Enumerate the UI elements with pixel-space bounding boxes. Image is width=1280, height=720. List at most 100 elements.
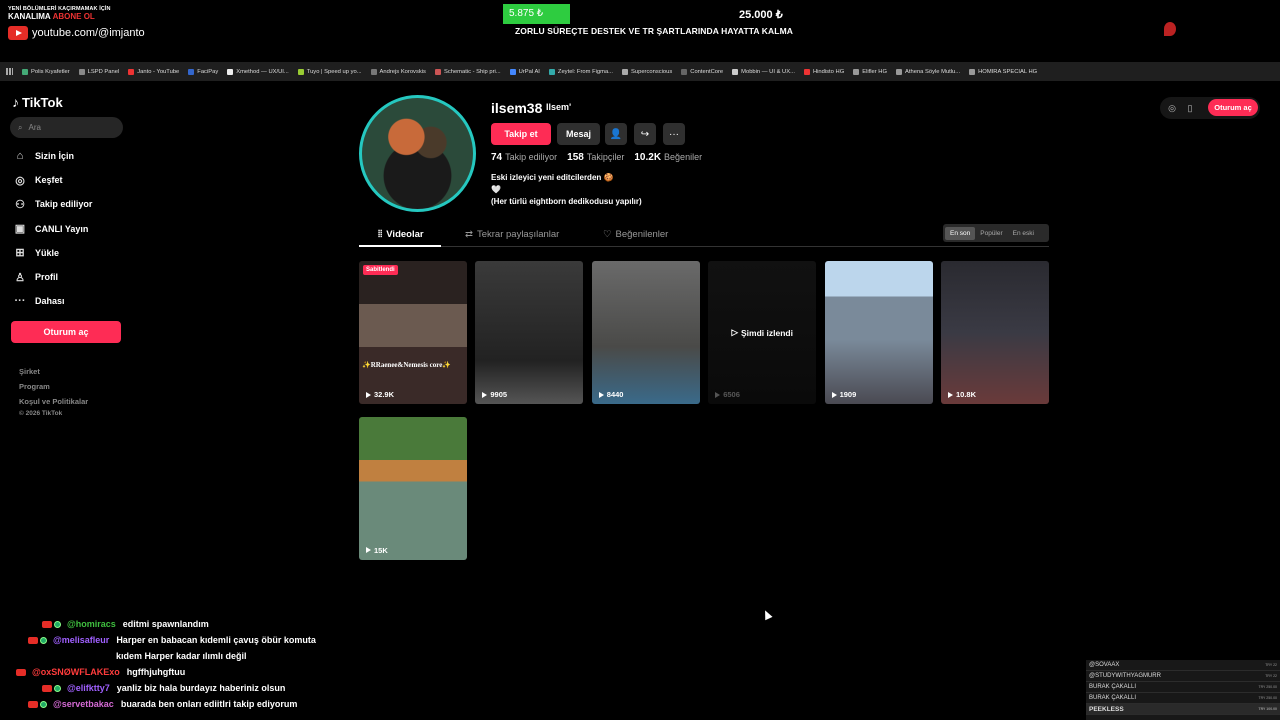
footer-terms[interactable]: Koşul ve Politikalar [19, 397, 88, 406]
bookmark-item[interactable]: Xmethod — UX/UI... [227, 68, 289, 75]
profile-avatar[interactable] [359, 95, 476, 212]
chat-badges [0, 632, 47, 648]
bookmark-item[interactable]: Janto - YouTube [128, 68, 180, 75]
bookmark-item[interactable]: FaciPay [188, 68, 219, 75]
grid-icon: ⦙⦙ [378, 229, 383, 240]
bookmark-item[interactable]: UrPal AI [509, 68, 540, 75]
youtube-icon [8, 26, 28, 40]
sidebar-item-label: Sizin İçin [35, 151, 75, 161]
bookmark-item[interactable]: Superconscious [622, 68, 673, 75]
bookmark-label: UrPal AI [518, 68, 540, 75]
tiktok-note-icon: ♪ [12, 94, 19, 110]
tab-videos[interactable]: ⦙⦙ Videolar [378, 229, 424, 240]
sidebar-item-following[interactable]: ⚇ Takip ediliyor [13, 197, 92, 211]
chat-username: @homiracs [67, 619, 116, 629]
sort-popular[interactable]: Popüler [975, 227, 1007, 240]
sort-latest[interactable]: En son [945, 226, 976, 240]
sidebar-item-profile[interactable]: ♙ Profil [13, 270, 58, 284]
sidebar-item-live[interactable]: ▣ CANLI Yayın [13, 222, 89, 236]
apps-grid-icon[interactable] [6, 68, 13, 75]
sort-oldest[interactable]: En eski [1008, 227, 1039, 240]
share-button[interactable]: ↪ [634, 123, 656, 145]
bookmark-item[interactable]: Andrejs Korovskis [370, 68, 426, 75]
mouse-cursor-icon [761, 608, 773, 621]
bookmark-favicon-icon [188, 68, 195, 75]
bookmark-label: Andrejs Korovskis [379, 68, 426, 75]
chat-badges [0, 664, 26, 680]
pinned-badge: Sabitlendi [363, 265, 398, 275]
bookmark-favicon-icon [22, 68, 28, 75]
video-caption: ✨RRaenee&Nemesis core✨ [362, 361, 452, 369]
live-icon: ▣ [14, 223, 26, 236]
donation-amount: TRY 250.00 [1258, 696, 1277, 700]
bookmark-favicon-icon [78, 68, 85, 75]
video-thumbnail[interactable]: 9905 [475, 261, 584, 404]
sidebar-item-compass[interactable]: ◎ Keşfet [13, 173, 62, 187]
chat-message: @oxSNØWFLAKExo hgffhjuhgftuu [0, 664, 360, 680]
tab-reposts[interactable]: ⇄ Tekrar paylaşılanlar [465, 229, 559, 240]
compass-icon: ◎ [15, 174, 25, 187]
tiktok-logo[interactable]: ♪ TikTok [12, 94, 63, 110]
device-icon[interactable]: ▯ [1184, 102, 1196, 114]
video-thumbnail[interactable]: 10.8K [941, 261, 1049, 404]
bookmark-item[interactable]: Hindisto HG [803, 68, 844, 75]
sidebar-item-home[interactable]: ⌂ Sizin İçin [13, 149, 74, 163]
stat-followers[interactable]: 158 Takipçiler [567, 152, 624, 163]
bookmark-favicon-icon [853, 68, 860, 75]
bookmark-item[interactable]: Zeytel: From Figma... [548, 68, 613, 75]
donation-amount: TRY 250.00 [1258, 685, 1277, 689]
bookmark-item[interactable]: Elifler HG [853, 68, 888, 75]
search-input[interactable]: ⌕ Ara [10, 117, 123, 138]
youtube-badge-icon [16, 668, 26, 676]
sidebar-item-upload[interactable]: ⊞ Yükle [13, 246, 59, 260]
home-icon: ⌂ [16, 150, 24, 162]
bookmark-label: FaciPay [197, 68, 219, 75]
footer-company[interactable]: Şirket [19, 367, 40, 376]
upload-icon: ⊞ [15, 247, 25, 260]
more-options-button[interactable]: ··· [663, 123, 685, 145]
bookmark-label: Elifler HG [862, 68, 888, 75]
video-thumbnail[interactable]: ▷ Şimdi izlendi 6506 [708, 261, 817, 404]
video-thumbnail[interactable]: 1909 [824, 261, 933, 404]
donation-amount: TRY 22 [1265, 663, 1277, 667]
logo-text: TikTok [22, 94, 63, 110]
bookmark-item[interactable]: Athena Söyle Mutlu... [896, 68, 960, 75]
sort-toggle: En son Popüler En eski [943, 224, 1049, 242]
bookmark-item[interactable]: Polis Kıyafetler [22, 68, 70, 75]
footer-program[interactable]: Program [19, 382, 50, 391]
view-count: 8440 [599, 390, 624, 399]
donor-name: BURAK ÇAKALLI [1089, 695, 1137, 701]
tab-liked[interactable]: ♡ Beğenilenler [603, 229, 668, 240]
coins-icon[interactable]: ◎ [1166, 102, 1178, 114]
brand-mark-icon [1164, 22, 1176, 36]
profile-bio: Eski izleyici yeni editcilerden 🍪 🤍 (Her… [491, 172, 642, 208]
bookmark-item[interactable]: Mobbin — UI & UX... [732, 68, 795, 75]
bookmark-label: Janto - YouTube [137, 68, 180, 75]
add-friend-button[interactable]: 👤 [605, 123, 627, 145]
ellipsis-icon: ··· [669, 128, 679, 140]
donation-row: PEEKLESS TRY 100.00 [1086, 704, 1280, 715]
top-login-button[interactable]: Oturum aç [1208, 99, 1258, 116]
chat-badges [0, 616, 61, 632]
bookmark-label: Superconscious [631, 68, 673, 75]
sidebar-item-more[interactable]: ··· Dahası [13, 294, 65, 308]
bookmark-item[interactable]: Tuyo | Speed up yo... [297, 68, 362, 75]
video-thumbnail[interactable]: 15K [359, 416, 467, 560]
view-count: 15K [366, 546, 388, 555]
promo-channel: youtube.com/@imjanto [32, 27, 145, 39]
bookmark-favicon-icon [896, 68, 903, 75]
view-count: 6506 [715, 390, 740, 399]
bookmark-label: HOMIRA SPECIAL HG [978, 68, 1038, 75]
video-thumbnail[interactable]: Sabitlendi ✨RRaenee&Nemesis core✨ 32.9K [359, 261, 467, 404]
bookmark-item[interactable]: HOMIRA SPECIAL HG [969, 68, 1038, 75]
login-button[interactable]: Oturum aç [11, 321, 121, 343]
follow-button[interactable]: Takip et [491, 123, 551, 145]
bookmark-item[interactable]: ContentCore [681, 68, 723, 75]
goal-total: 25.000 ₺ [739, 9, 783, 21]
video-thumbnail[interactable]: 8440 [591, 261, 700, 404]
bookmark-item[interactable]: Schematic - Ship pri... [434, 68, 501, 75]
bookmark-item[interactable]: LSPD Panel [78, 68, 119, 75]
message-button[interactable]: Mesaj [557, 123, 600, 145]
bookmark-label: Mobbin — UI & UX... [741, 68, 795, 75]
stat-following[interactable]: 74 Takip ediliyor [491, 152, 557, 163]
